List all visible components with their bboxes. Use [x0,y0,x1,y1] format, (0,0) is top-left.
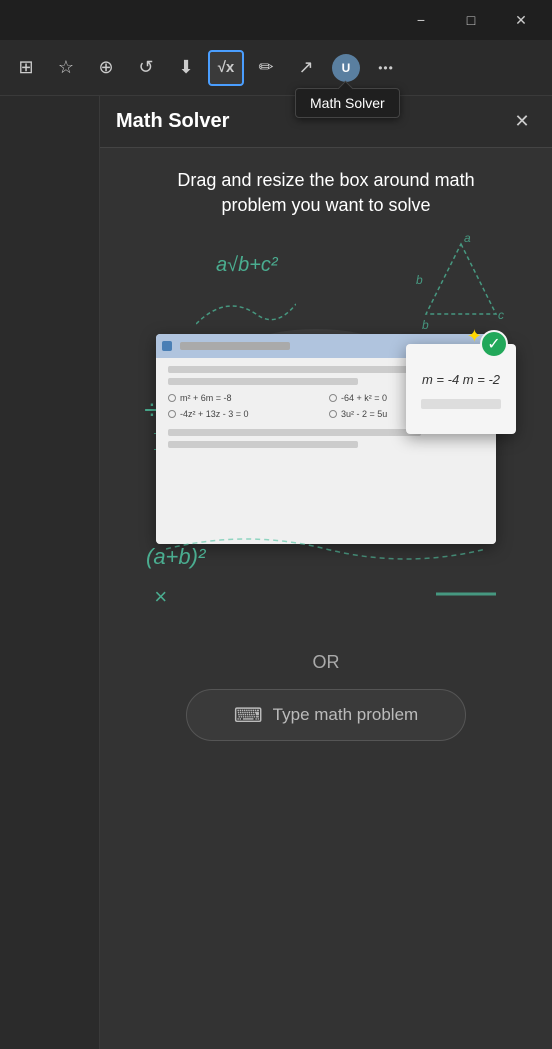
problem-text: -4z² + 13z - 3 = 0 [180,409,249,419]
download-button[interactable]: ⬇ [168,50,204,86]
problem-text: m² + 6m = -8 [180,393,232,403]
avatar-button[interactable]: U [328,50,364,86]
multiply-deco: × [154,584,167,610]
favorites-icon: ☆ [58,57,74,78]
formula-deco: a√b+c² [216,254,278,277]
browser-toolbar: ⊞ ☆ ⊕ ↺ ⬇ √x ✏ ↗ U ••• [0,40,552,96]
main-panel: Math Solver ✕ Drag and resize the box ar… [100,96,552,1049]
panel-body: Drag and resize the box around math prob… [100,148,552,1049]
mockup-line [168,441,358,448]
favorites-button[interactable]: ☆ [48,50,84,86]
avatar: U [332,54,360,82]
problem-text: 3u² - 2 = 5u [341,409,387,419]
mockup-line [168,378,358,385]
svg-text:b: b [416,273,423,287]
mockup-line [168,366,421,373]
or-divider: OR [313,652,340,673]
type-math-label: Type math problem [273,705,419,725]
keyboard-icon: ⌨ [234,703,263,728]
line-deco [436,584,496,604]
inking-icon: ✏ [258,57,273,78]
collections-icon: ⊕ [98,57,113,78]
extensions-icon: ⊞ [18,57,33,78]
more-button[interactable]: ••• [368,50,404,86]
extensions-button[interactable]: ⊞ [8,50,44,86]
mockup-problem: m² + 6m = -8 [168,393,323,403]
close-panel-button[interactable]: ✕ [508,108,536,136]
history-icon: ↺ [138,57,153,78]
inking-button[interactable]: ✏ [248,50,284,86]
mockup-problem: -4z² + 13z - 3 = 0 [168,409,323,419]
history-button[interactable]: ↺ [128,50,164,86]
tooltip: Math Solver [295,88,400,118]
mockup-radio [329,394,337,402]
solution-bottom-bar [421,399,501,409]
illustration: ÷ —— a c b b a√b+c² [136,234,516,634]
download-icon: ⬇ [178,57,193,78]
math-solver-button[interactable]: √x [208,50,244,86]
sidebar [0,96,100,1049]
panel-title: Math Solver [116,110,229,133]
tooltip-text: Math Solver [310,95,385,111]
mockup-line [168,429,421,436]
svg-text:c: c [498,308,504,322]
maximize-button[interactable]: □ [448,4,494,36]
math-solver-icon: √x [218,59,235,76]
instruction-text: Drag and resize the box around math prob… [146,168,506,218]
bottom-curve-deco [166,524,486,574]
mockup-dot [162,341,172,351]
problem-text: -64 + k² = 0 [341,393,387,403]
title-bar: − □ ✕ [0,0,552,40]
solution-text: m = -4 m = -2 [422,370,500,391]
close-button[interactable]: ✕ [498,4,544,36]
triangle-deco: a c b b [416,234,506,334]
mockup-radio [168,410,176,418]
collections-button[interactable]: ⊕ [88,50,124,86]
mockup-bar [180,342,290,350]
svg-text:a: a [464,234,471,245]
solution-box: ✦ ✓ m = -4 m = -2 [406,344,516,434]
mockup-radio [329,410,337,418]
check-icon: ✓ [480,330,508,358]
share-button[interactable]: ↗ [288,50,324,86]
mockup-radio [168,394,176,402]
more-icon: ••• [378,61,394,75]
share-icon: ↗ [298,57,313,78]
type-math-button[interactable]: ⌨ Type math problem [186,689,466,741]
minimize-button[interactable]: − [398,4,444,36]
